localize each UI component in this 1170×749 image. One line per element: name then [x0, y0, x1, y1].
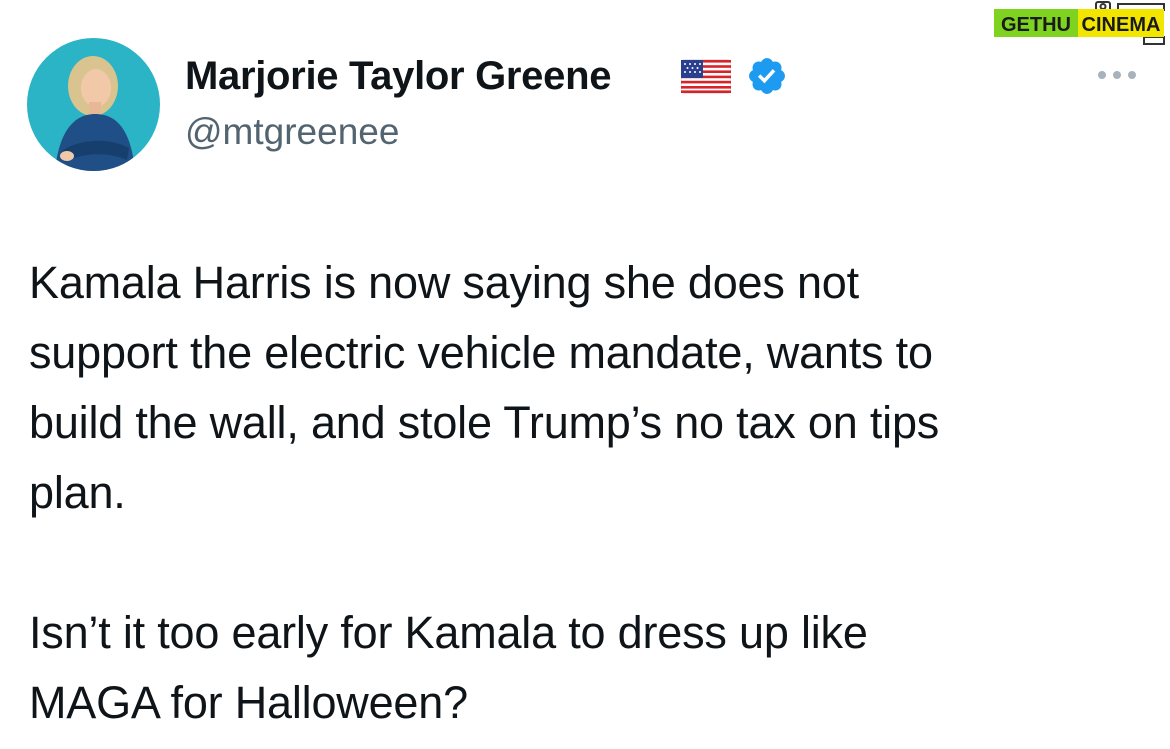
- avatar[interactable]: [27, 38, 160, 171]
- watermark-text-right: CINEMA: [1082, 14, 1161, 36]
- watermark-text-left: GETHU: [1001, 14, 1071, 36]
- tweet-paragraph-1: Kamala Harris is now saying she does not…: [29, 257, 940, 518]
- tweet-text: Kamala Harris is now saying she does not…: [29, 248, 1139, 738]
- author-display-name[interactable]: Marjorie Taylor Greene: [185, 52, 611, 100]
- gethu-cinema-watermark-logo: GETHU CINEMA: [994, 0, 1170, 50]
- us-flag-icon: [680, 58, 732, 95]
- author-handle[interactable]: @mtgreenee: [185, 110, 399, 154]
- verified-badge-icon: [746, 55, 788, 97]
- ellipsis-icon[interactable]: [1095, 66, 1139, 84]
- tweet-paragraph-2: Isn’t it too early for Kamala to dress u…: [29, 607, 868, 728]
